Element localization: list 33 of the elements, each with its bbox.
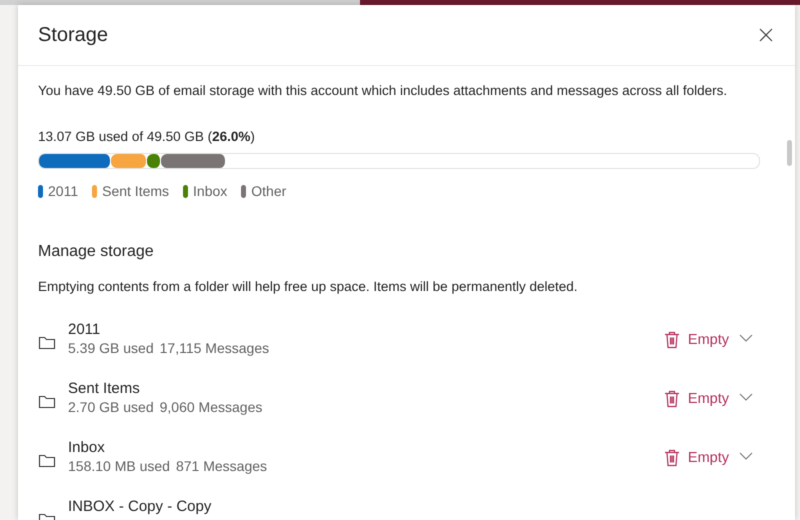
section-heading: Manage storage	[38, 243, 155, 261]
folder-icon	[38, 394, 56, 410]
folder-icon	[38, 334, 56, 350]
trash-icon	[664, 390, 680, 408]
empty-button[interactable]: Empty	[662, 446, 731, 468]
chevron-down-icon[interactable]	[739, 452, 753, 460]
folder-size: 5.39 GB used	[68, 340, 154, 356]
intro-text: You have 49.50 GB of email storage with this account which includes attachments and messages across all folders.	[38, 83, 728, 98]
section-description: Emptying contents from a folder will help free up space. Items will be permanently deleted.	[38, 279, 579, 294]
folder-size: 2.70 GB used	[68, 398, 154, 414]
scrollbar-thumb[interactable]	[787, 140, 792, 166]
folder-name: Inbox	[68, 438, 106, 456]
empty-button[interactable]: Empty	[662, 388, 731, 410]
message-count: 17,115 Messages	[160, 340, 270, 356]
dialog-title: Storage	[38, 24, 108, 46]
folder-name: 2011	[68, 320, 102, 338]
legend-label: Inbox	[193, 183, 228, 199]
folder-icon	[38, 452, 56, 468]
usage-summary: 13.07 GB used of 49.50 GB (26.0%)	[38, 129, 256, 144]
legend-label: Other	[251, 183, 286, 199]
empty-button[interactable]: Empty	[662, 328, 731, 350]
trash-icon	[664, 330, 680, 348]
message-count: 871 Messages	[176, 458, 268, 474]
trash-icon	[664, 448, 680, 466]
folder-name: INBOX - Copy - Copy	[68, 498, 212, 514]
chevron-down-icon[interactable]	[739, 334, 753, 342]
chevron-down-icon[interactable]	[739, 392, 753, 400]
legend-label: Sent Items	[102, 183, 170, 199]
legend-label: 2011	[48, 183, 78, 199]
folder-size: 158.10 MB used	[68, 458, 170, 474]
message-count: 9,060 Messages	[160, 398, 262, 414]
folder-name: Sent Items	[68, 380, 141, 396]
close-icon	[759, 28, 773, 42]
